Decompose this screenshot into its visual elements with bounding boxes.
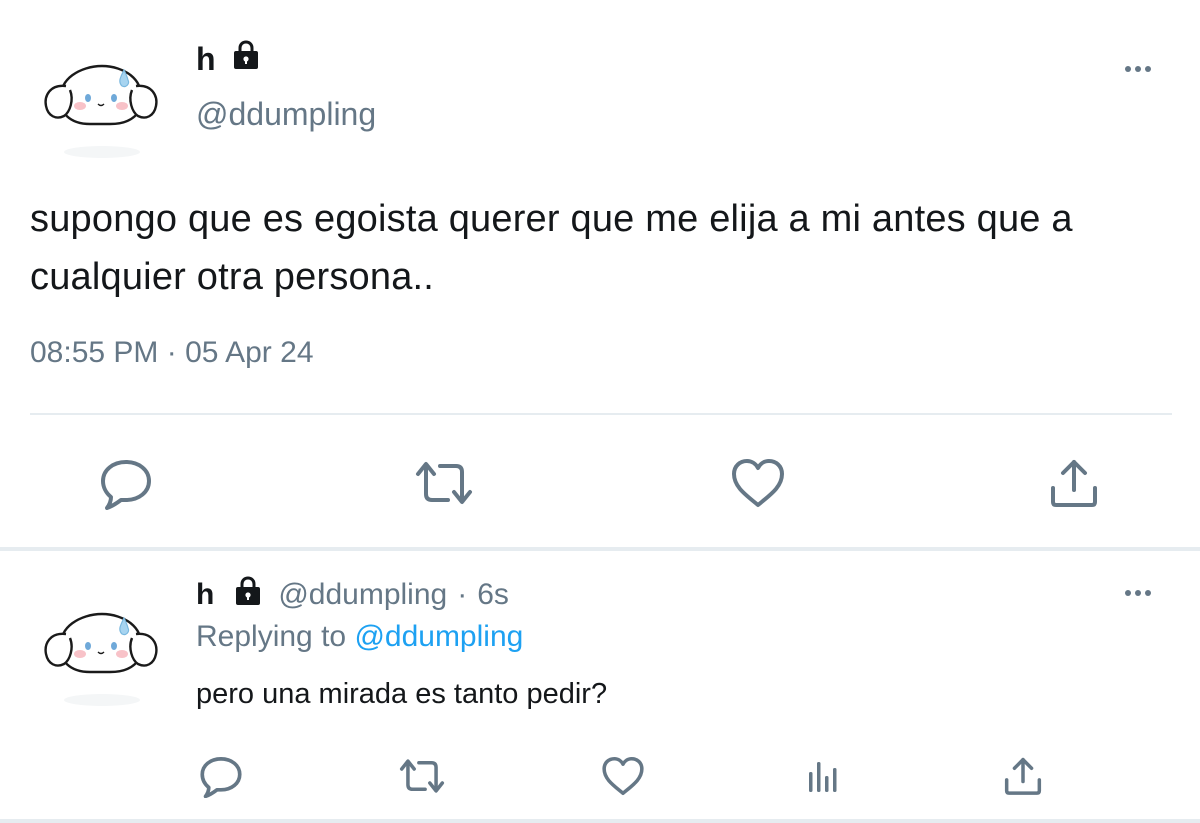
retweet-icon[interactable]: [412, 455, 476, 511]
bottom-divider: [0, 819, 1200, 823]
reply-icon[interactable]: [198, 754, 244, 798]
cinnamoroll-avatar-image: [44, 64, 158, 158]
like-icon[interactable]: [730, 455, 786, 511]
handle[interactable]: @ddumpling: [196, 96, 376, 133]
analytics-icon[interactable]: [800, 754, 846, 798]
display-name[interactable]: h: [196, 41, 216, 78]
avatar[interactable]: [40, 588, 164, 712]
replying-to-handle-link[interactable]: @ddumpling: [354, 620, 523, 653]
share-icon[interactable]: [1000, 754, 1046, 798]
tweet-text: supongo que es egoista querer que me eli…: [30, 198, 1073, 298]
avatar[interactable]: [40, 40, 164, 164]
more-options-icon[interactable]: [1125, 66, 1151, 72]
retweet-icon[interactable]: [396, 754, 448, 798]
timestamp[interactable]: 08:55 PM · 05 Apr 24: [30, 336, 314, 370]
section-divider: [0, 547, 1200, 551]
handle[interactable]: @ddumpling: [278, 578, 447, 612]
replying-to: Replying to @ddumpling: [196, 620, 523, 654]
tweet-age[interactable]: 6s: [477, 578, 509, 612]
cinnamoroll-avatar-image: [44, 612, 158, 706]
share-icon[interactable]: [1046, 455, 1102, 511]
like-icon[interactable]: [600, 754, 646, 798]
lock-icon: [230, 40, 262, 78]
reply-text: pero una mirada es tanto pedir?: [196, 678, 608, 710]
replying-to-label: Replying to: [196, 620, 347, 653]
display-name[interactable]: h: [196, 578, 214, 612]
more-options-icon[interactable]: [1125, 590, 1151, 596]
lock-icon: [232, 576, 264, 614]
meta-separator: ·: [457, 578, 468, 611]
divider: [30, 413, 1172, 415]
reply-icon[interactable]: [98, 455, 154, 511]
